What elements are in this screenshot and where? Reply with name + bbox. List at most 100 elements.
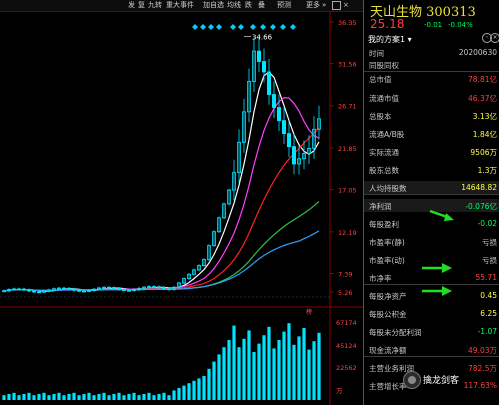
metric-value: 20200630 (458, 48, 497, 57)
volume-bar (277, 340, 281, 400)
arrow-icon (422, 286, 452, 296)
volume-bar (237, 347, 241, 400)
metric-row: 市盈率(静) 亏损 (364, 235, 499, 248)
volume-bar (217, 354, 221, 400)
volume-bar (252, 352, 256, 400)
metric-row: 流通市值 46.37亿 (364, 91, 499, 104)
volume-bar (262, 335, 266, 400)
metric-label: 每股公积金 (369, 310, 407, 319)
volume-bar (32, 395, 36, 400)
volume-bar (2, 395, 6, 400)
volume-bars (2, 323, 321, 400)
toolbar-more-button[interactable]: 更多 (306, 1, 320, 10)
metric-value: -0.02 (477, 219, 497, 228)
metric-label: 现金流净额 (369, 346, 407, 355)
metric-label: 股东总数 (369, 166, 399, 175)
volume-bar (102, 392, 106, 400)
volume-bar (42, 392, 46, 400)
metric-value: -0.076亿 (465, 202, 497, 211)
volume-bar (137, 395, 141, 400)
toolbar-overlay-button[interactable]: 叠 (258, 1, 265, 10)
volume-bar (47, 395, 51, 400)
volume-bar (187, 383, 191, 400)
toolbar-ma-button[interactable]: 均线 (227, 1, 241, 10)
metric-row: 现金流净额 49.03万 (364, 343, 499, 356)
volume-bar (297, 336, 301, 400)
metric-value: 1.84亿 (472, 130, 497, 139)
metric-value: 亏损 (482, 238, 497, 247)
volume-bar (152, 395, 156, 400)
window-toggle-icon[interactable] (332, 1, 341, 10)
volume-tick-label: 45124 (336, 342, 357, 350)
event-marker-icon (230, 24, 236, 30)
kline-chart[interactable]: 36.35 31.56 26.71 21.85 17.05 12.19 7.39 5.26 67… (0, 12, 363, 405)
event-markers (192, 24, 296, 30)
candle-body (122, 289, 127, 291)
candle-body (82, 290, 87, 293)
watermark-text: 擒龙剑客 (423, 376, 460, 386)
chart-toolbar: 发 复 九转 重大事件 加自选 均线 跌 叠 预测 更多 » × (0, 0, 363, 12)
candle-body (127, 289, 132, 292)
stock-info-panel: 天山生物 300313 25.18 -0.01 -0.04% 我的方案1 ▾ ◦… (363, 0, 499, 405)
volume-bar (227, 340, 231, 400)
volume-bar (212, 361, 216, 400)
volume-bar (57, 392, 61, 400)
event-marker-icon (280, 24, 286, 30)
metric-value: 亏损 (482, 256, 497, 265)
toolbar-major-events-button[interactable]: 重大事件 (166, 1, 194, 10)
candle-body (72, 288, 77, 291)
volume-bar (167, 395, 171, 400)
close-control-icon[interactable]: × (490, 33, 499, 43)
toolbar-send-button[interactable]: 发 (128, 1, 135, 10)
metric-label: 同股同权 (369, 61, 399, 70)
toolbar-forecast-button[interactable]: 预测 (277, 1, 291, 10)
volume-bar (97, 394, 101, 400)
event-marker-icon (216, 24, 222, 30)
candle-body (77, 289, 82, 292)
volume-bar (202, 376, 206, 400)
candle-body (16, 288, 21, 291)
price-tick-label: 21.85 (338, 145, 357, 153)
event-marker-icon (208, 24, 214, 30)
volume-bar (287, 323, 291, 400)
metric-row: 股东总数 1.3万 (364, 163, 499, 176)
metric-label: 总市值 (369, 75, 392, 84)
price-change: -0.01 (424, 21, 443, 29)
toolbar-add-watchlist-button[interactable]: 加自选 (203, 1, 224, 10)
toolbar-nine-turn-button[interactable]: 九转 (148, 1, 162, 10)
volume-bar (37, 394, 41, 400)
event-marker-icon (200, 24, 206, 30)
toolbar-copy-button[interactable]: 复 (138, 1, 145, 10)
metric-value: 6.25 (480, 309, 497, 318)
moving-average-lines (3, 36, 320, 292)
volume-bar (67, 394, 71, 400)
plan-label: 我的方案1 (368, 35, 406, 44)
volume-bar (77, 395, 81, 400)
candle-body (276, 107, 281, 121)
price-tick-label: 31.56 (338, 61, 357, 69)
metric-row: 流通A/B股 1.84亿 (364, 127, 499, 140)
candle-body (107, 286, 112, 289)
volume-bar (317, 332, 321, 400)
event-marker-icon (260, 24, 266, 30)
volume-bar (157, 394, 161, 400)
volume-bar (162, 392, 166, 400)
metric-value: 46.37亿 (468, 94, 497, 103)
candle-body (291, 146, 296, 165)
toolbar-drop-button[interactable]: 跌 (245, 1, 252, 10)
metric-value: 0.45 (480, 291, 497, 300)
volume-bar (267, 326, 271, 400)
ma5-line (3, 71, 320, 292)
plan-selector[interactable]: 我的方案1 ▾ (368, 34, 412, 45)
current-price: 25.18 (370, 17, 405, 31)
volume-bar (92, 395, 96, 400)
candle-body (112, 287, 117, 289)
more-chevron-icon[interactable]: » (322, 1, 326, 10)
volume-bar (177, 388, 181, 400)
volume-bar (197, 378, 201, 400)
metric-value: 55.71 (475, 273, 497, 282)
candle-body (26, 289, 31, 292)
close-icon[interactable]: × (343, 1, 349, 10)
chevron-down-icon: ▾ (407, 35, 412, 44)
volume-tick-label: 万 (336, 387, 343, 395)
